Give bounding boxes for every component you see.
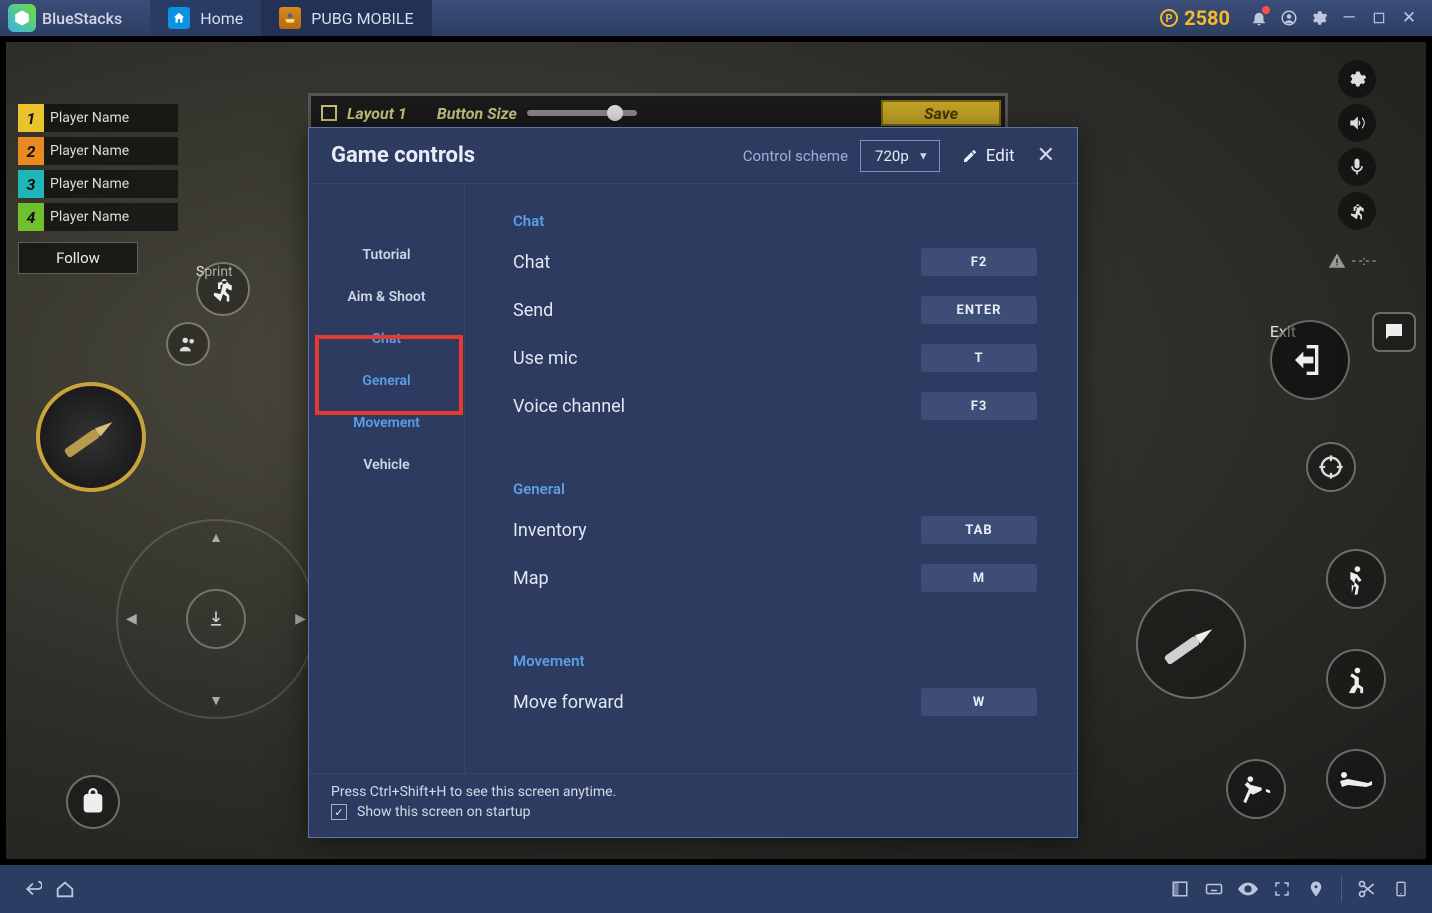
control-scheme-value: 720p (875, 147, 909, 165)
save-button[interactable]: Save (881, 100, 1001, 126)
binding-label: Chat (513, 252, 550, 273)
section-title-chat: Chat (513, 212, 1037, 230)
location-pin-icon[interactable] (1299, 872, 1333, 906)
window-maximize-icon[interactable] (1364, 3, 1394, 33)
sidebar-toggle-icon[interactable] (1163, 872, 1197, 906)
modal-title: Game controls (331, 143, 475, 168)
binding-row: Inventory TAB (513, 516, 1037, 544)
footer-tip: Press Ctrl+Shift+H to see this screen an… (331, 784, 1055, 800)
coin-icon: P (1160, 9, 1178, 27)
key-field[interactable]: ENTER (921, 296, 1037, 324)
binding-label: Voice channel (513, 396, 625, 417)
button-size-label: Button Size (437, 104, 517, 123)
coin-amount: 2580 (1184, 6, 1230, 30)
fullscreen-icon[interactable] (1265, 872, 1299, 906)
sidebar-item-tutorial[interactable]: Tutorial (309, 234, 464, 276)
modal-main: Chat Chat F2 Send ENTER Use mic T Voice cha… (465, 184, 1077, 773)
window-close-icon[interactable]: ✕ (1394, 3, 1424, 33)
home-button[interactable] (48, 872, 82, 906)
binding-row: Chat F2 (513, 248, 1037, 276)
sidebar-item-chat[interactable]: Chat (309, 318, 464, 360)
binding-label: Map (513, 568, 549, 589)
key-field[interactable]: W (921, 688, 1037, 716)
checkbox-label: Show this screen on startup (357, 804, 530, 820)
key-field[interactable]: F2 (921, 248, 1037, 276)
tab-home-label: Home (200, 9, 243, 28)
edit-button[interactable]: Edit (962, 146, 1015, 166)
back-button[interactable] (14, 872, 48, 906)
show-on-startup-checkbox[interactable]: ✓ Show this screen on startup (331, 804, 1055, 820)
checkbox-icon[interactable] (321, 105, 337, 121)
sidebar-item-movement[interactable]: Movement (309, 402, 464, 444)
keyboard-icon[interactable] (1197, 872, 1231, 906)
modal-footer: Press Ctrl+Shift+H to see this screen an… (309, 773, 1077, 837)
section-title-movement: Movement (513, 652, 1037, 670)
device-phone-icon[interactable] (1384, 872, 1418, 906)
checkbox-icon: ✓ (331, 804, 347, 820)
tab-pubg-label: PUBG MOBILE (311, 9, 413, 28)
control-scheme-label: Control scheme (743, 147, 848, 165)
game-viewport: 1Player Name 2Player Name 3Player Name 4… (0, 36, 1432, 865)
sidebar-item-vehicle[interactable]: Vehicle (309, 444, 464, 486)
tab-pubg-mobile[interactable]: PUBG MOBILE (261, 0, 431, 36)
binding-row: Use mic T (513, 344, 1037, 372)
key-field[interactable]: TAB (921, 516, 1037, 544)
game-controls-modal: Game controls Control scheme 720p ▼ Edit… (308, 127, 1078, 838)
screenshot-scissors-icon[interactable] (1350, 872, 1384, 906)
notifications-icon[interactable] (1244, 3, 1274, 33)
binding-label: Send (513, 300, 553, 321)
binding-row: Send ENTER (513, 296, 1037, 324)
settings-gear-icon[interactable] (1304, 3, 1334, 33)
app-brand: BlueStacks (42, 9, 122, 28)
close-button[interactable]: ✕ (1037, 143, 1055, 168)
window-minimize-icon[interactable]: — (1334, 3, 1364, 33)
binding-label: Inventory (513, 520, 587, 541)
chevron-down-icon: ▼ (918, 149, 929, 162)
binding-row: Move forward W (513, 688, 1037, 716)
key-field[interactable]: F3 (921, 392, 1037, 420)
sidebar-item-aim-shoot[interactable]: Aim & Shoot (309, 276, 464, 318)
binding-label: Use mic (513, 348, 578, 369)
section-title-general: General (513, 480, 1037, 498)
pencil-icon (962, 148, 978, 164)
key-field[interactable]: M (921, 564, 1037, 592)
control-scheme-select[interactable]: 720p ▼ (860, 140, 940, 172)
sidebar-item-general[interactable]: General (309, 360, 464, 402)
binding-label: Move forward (513, 692, 624, 713)
tab-home[interactable]: Home (150, 0, 261, 36)
bluestacks-logo-icon (8, 4, 36, 32)
pubg-app-icon (279, 7, 301, 29)
layout-label: Layout 1 (347, 104, 407, 123)
coin-balance[interactable]: P 2580 (1160, 6, 1230, 30)
binding-row: Voice channel F3 (513, 392, 1037, 420)
home-icon (168, 7, 190, 29)
modal-header: Game controls Control scheme 720p ▼ Edit… (309, 128, 1077, 184)
visibility-icon[interactable] (1231, 872, 1265, 906)
divider (1341, 876, 1342, 902)
account-icon[interactable] (1274, 3, 1304, 33)
edit-label: Edit (986, 146, 1015, 166)
key-field[interactable]: T (921, 344, 1037, 372)
modal-sidebar: Tutorial Aim & Shoot Chat General Moveme… (309, 184, 465, 773)
binding-row: Map M (513, 564, 1037, 592)
title-bar: BlueStacks Home PUBG MOBILE P 2580 — ✕ (0, 0, 1432, 36)
bottom-nav-bar (0, 865, 1432, 913)
button-size-slider[interactable] (527, 110, 637, 116)
